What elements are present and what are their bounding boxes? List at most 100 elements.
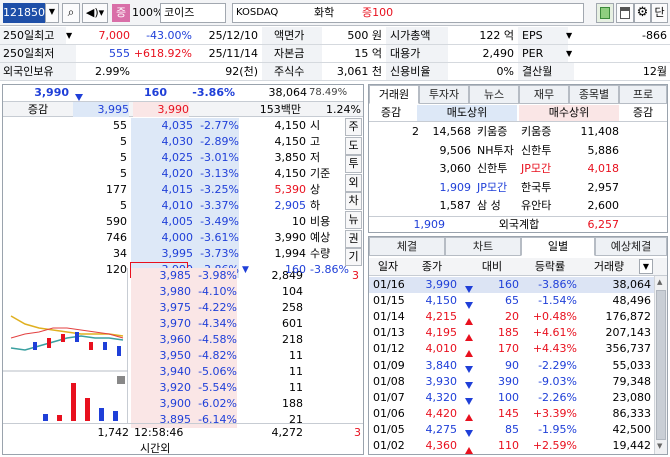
broker-sell-name[interactable]: 신한투: [477, 160, 507, 178]
side-button[interactable]: 권: [345, 229, 362, 248]
info-key[interactable]: 주식수: [262, 63, 322, 80]
stock-info-bar: [232, 3, 584, 23]
dropdown-icon[interactable]: ▼: [566, 27, 576, 44]
summary-row: 4,150 고: [240, 134, 344, 150]
broker-sell-name[interactable]: NH투자: [477, 142, 514, 160]
bid-price[interactable]: 3,940: [131, 364, 191, 380]
single-mode-button[interactable]: 단: [651, 3, 668, 23]
side-button[interactable]: 투: [345, 155, 362, 174]
side-button[interactable]: 기: [345, 248, 362, 267]
stock-name-field[interactable]: 코이즈: [160, 3, 226, 23]
daily-row[interactable]: 01/09 3,840 90 -2.29% 55,033: [369, 358, 654, 374]
speaker-icon[interactable]: ◀)▾: [82, 3, 108, 23]
ask-price[interactable]: 3,995: [131, 246, 193, 262]
side-button[interactable]: 주: [345, 118, 362, 136]
daily-date: 01/08: [373, 374, 405, 388]
summary-value: 160: [285, 263, 306, 276]
broker-tab[interactable]: 거래원: [369, 85, 419, 104]
broker-buy-name[interactable]: 유안타: [521, 197, 551, 215]
daily-close: 4,320: [425, 390, 458, 404]
daily-tab[interactable]: 체결: [369, 237, 445, 256]
scroll-down-icon[interactable]: ▼: [657, 442, 662, 450]
broker-sell-name[interactable]: 키움증: [477, 123, 507, 141]
broker-tab[interactable]: 재무: [519, 85, 569, 104]
bid-price[interactable]: 3,960: [131, 332, 191, 348]
broker-row: 3,060 신한투 JP모간 4,018: [369, 160, 667, 178]
ask-price[interactable]: 4,025: [131, 150, 193, 166]
side-button[interactable]: 차: [345, 192, 362, 211]
daily-row[interactable]: 01/05 4,275 85 -1.95% 42,500: [369, 422, 654, 438]
gear-icon[interactable]: ⚙: [634, 3, 651, 23]
bid-price[interactable]: 3,950: [131, 348, 191, 364]
ask-price[interactable]: 4,000: [131, 230, 193, 246]
ask-price[interactable]: 4,030: [131, 134, 193, 150]
stock-code-field[interactable]: 121850: [3, 3, 45, 23]
info-key: 대용가: [386, 45, 448, 62]
layout-icon[interactable]: [616, 3, 634, 23]
bid-price[interactable]: 3,985: [131, 268, 191, 284]
daily-tab[interactable]: 차트: [445, 237, 521, 256]
broker-head-change: 증감: [380, 106, 402, 119]
broker-buy-name[interactable]: 한국투: [521, 179, 551, 197]
summary-value: 3,990: [274, 231, 307, 244]
dropdown-icon[interactable]: ▼: [66, 27, 76, 44]
info-key: EPS: [518, 27, 568, 44]
info-val: -866: [642, 29, 667, 42]
daily-row[interactable]: 01/14 4,215 20 +0.48% 176,872: [369, 309, 654, 325]
broker-sell-name[interactable]: JP모간: [477, 179, 507, 197]
scroll-thumb[interactable]: [656, 290, 666, 440]
side-button[interactable]: 뉴: [345, 211, 362, 229]
broker-buy-name[interactable]: JP모간: [521, 160, 551, 178]
daily-row[interactable]: 01/15 4,150 65 -1.54% 48,496: [369, 293, 654, 309]
ask-volume: 5: [120, 151, 127, 164]
bid-price[interactable]: 3,900: [131, 396, 191, 412]
daily-row[interactable]: 01/13 4,195 185 +4.61% 207,143: [369, 325, 654, 341]
broker-sell-qty: 3,060: [439, 162, 472, 176]
broker-sell-qty: 1,587: [439, 199, 472, 213]
side-button[interactable]: 도: [345, 136, 362, 155]
daily-row[interactable]: 01/07 4,320 100 -2.26% 23,080: [369, 390, 654, 406]
bid-price[interactable]: 3,980: [131, 284, 191, 300]
daily-row[interactable]: 01/06 4,420 145 +3.39% 86,333: [369, 406, 654, 422]
daily-row[interactable]: 01/16 3,990 160 -3.86% 38,064: [369, 277, 654, 293]
volume: 38,064: [268, 86, 308, 99]
search-icon[interactable]: ⌕: [62, 3, 80, 23]
dropdown-icon[interactable]: ▼: [566, 45, 576, 62]
broker-sell-name[interactable]: 삼 성: [477, 197, 501, 215]
side-button[interactable]: 외: [345, 173, 362, 192]
bid-price[interactable]: 3,970: [131, 316, 191, 332]
current-price: 3,990: [34, 86, 69, 99]
broker-buy-name[interactable]: 신한투: [521, 142, 551, 160]
bid-price[interactable]: 3,975: [131, 300, 191, 316]
scroll-up-icon[interactable]: ▲: [657, 278, 662, 286]
ask-price[interactable]: 4,010: [131, 198, 193, 214]
ask-price[interactable]: 4,020: [131, 166, 193, 182]
code-dropdown-button[interactable]: ▼: [45, 3, 59, 23]
bid-volume: 601: [282, 317, 303, 330]
bid-pct: -4.58%: [191, 332, 237, 348]
broker-buy-name[interactable]: 키움증: [521, 123, 551, 141]
ask-pct: -3.37%: [193, 198, 239, 214]
ask-price[interactable]: 4,005: [131, 214, 193, 230]
info-key: 시가총액: [386, 27, 448, 44]
daily-row[interactable]: 01/02 4,360 110 +2.59% 19,442: [369, 438, 654, 454]
daily-tab[interactable]: 일별: [521, 237, 595, 256]
summary-row: 3,990 예상: [240, 230, 344, 246]
after-hours-label[interactable]: 시간외: [140, 440, 170, 456]
broker-tab[interactable]: 투자자: [419, 85, 469, 104]
daily-scrollbar[interactable]: ▲ ▼: [654, 276, 667, 454]
bid-volume: 104: [282, 285, 303, 298]
grid-icon[interactable]: [596, 3, 614, 23]
broker-tab[interactable]: 프로: [619, 85, 667, 104]
ask-price[interactable]: 4,035: [131, 118, 193, 134]
broker-tab[interactable]: 뉴스: [469, 85, 519, 104]
daily-row[interactable]: 01/08 3,930 390 -9.03% 79,348: [369, 374, 654, 390]
columns-dropdown-icon[interactable]: ▼: [639, 259, 653, 274]
bid-price[interactable]: 3,920: [131, 380, 191, 396]
ask-price[interactable]: 4,015: [131, 182, 193, 198]
daily-row[interactable]: 01/12 4,010 170 +4.43% 356,737: [369, 341, 654, 357]
info-val: 3,061 천: [336, 65, 382, 78]
daily-tab[interactable]: 예상체결: [595, 237, 667, 256]
broker-tab[interactable]: 종목별: [569, 85, 619, 104]
daily-volume: 86,333: [612, 406, 652, 420]
